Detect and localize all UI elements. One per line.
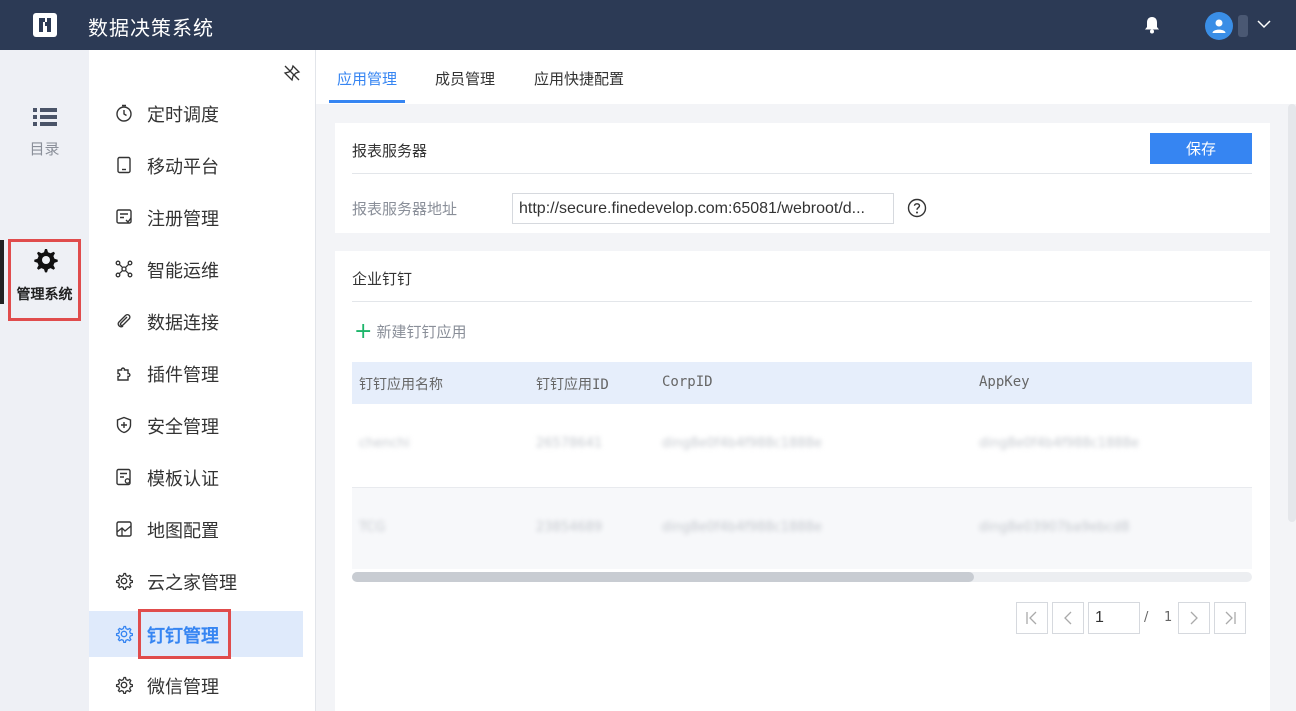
top-bar: 数据决策系统 xyxy=(0,0,1296,50)
vertical-scrollbar[interactable] xyxy=(1288,104,1296,522)
menu-item-label: 数据连接 xyxy=(147,313,219,334)
list-icon xyxy=(32,108,57,126)
table-cell: ding8e0f4b4f988c1888e xyxy=(662,436,822,451)
template-icon xyxy=(116,468,131,486)
menu-item-label: 注册管理 xyxy=(147,209,219,230)
column-header: 钉钉应用名称 xyxy=(359,377,443,393)
chevron-left-icon xyxy=(1064,611,1072,625)
table-row[interactable]: chenchi 26578641 ding8e0f4b4f988c1888e d… xyxy=(352,404,1252,486)
page-number-input[interactable] xyxy=(1088,602,1140,634)
gear-icon xyxy=(115,676,133,694)
timer-icon xyxy=(116,104,132,122)
horizontal-scrollbar[interactable] xyxy=(352,572,1252,582)
pin-icon[interactable] xyxy=(283,64,301,82)
page-separator: / xyxy=(1144,610,1149,625)
menu-item-4[interactable]: 数据连接 xyxy=(89,298,303,344)
new-dingtalk-app-button[interactable]: + 新建钉钉应用 xyxy=(354,318,467,344)
menu-item-1[interactable]: 移动平台 xyxy=(89,142,303,188)
tab-app-shortcut-config[interactable]: 应用快捷配置 xyxy=(534,68,624,89)
new-dingtalk-app-label: 新建钉钉应用 xyxy=(376,323,467,341)
menu-item-label: 智能运维 xyxy=(147,261,219,282)
menu-item-label: 安全管理 xyxy=(147,417,219,438)
fine-logo-icon xyxy=(33,13,57,37)
tab-app-management[interactable]: 应用管理 xyxy=(337,68,397,89)
column-header: CorpID xyxy=(662,374,713,390)
menu-item-label: 云之家管理 xyxy=(147,573,237,594)
rail-directory-label: 目录 xyxy=(29,140,60,158)
menu-item-label: 地图配置 xyxy=(147,521,219,542)
user-icon xyxy=(1212,19,1226,33)
menu-item-6[interactable]: 安全管理 xyxy=(89,402,303,448)
menu-item-7[interactable]: 模板认证 xyxy=(89,454,303,500)
menu-item-label: 移动平台 xyxy=(147,157,219,178)
last-page-icon xyxy=(1225,611,1236,625)
map-icon xyxy=(116,521,132,537)
menu-item-label: 插件管理 xyxy=(147,365,219,386)
menu-item-label: 定时调度 xyxy=(147,105,219,126)
last-page-button[interactable] xyxy=(1214,602,1246,634)
table-cell: ding8e0f4b4f988c1888e xyxy=(662,520,822,535)
menu-item-9[interactable]: 云之家管理 xyxy=(89,558,303,604)
shield-icon xyxy=(116,416,132,434)
network-icon xyxy=(115,260,133,278)
menu-item-11[interactable]: 微信管理 xyxy=(89,662,303,708)
active-tab-indicator xyxy=(329,100,405,103)
server-address-input[interactable] xyxy=(512,193,894,224)
puzzle-icon xyxy=(117,367,131,381)
tablet-icon xyxy=(117,156,131,174)
save-button[interactable]: 保存 xyxy=(1150,133,1252,164)
page-total: 1 xyxy=(1164,610,1173,625)
column-header: 钉钉应用ID xyxy=(536,377,609,393)
server-address-label: 报表服务器地址 xyxy=(352,200,458,218)
highlight-box-dingtalk xyxy=(138,609,231,659)
first-page-button[interactable] xyxy=(1016,602,1048,634)
next-page-button[interactable] xyxy=(1178,602,1210,634)
first-page-icon xyxy=(1026,611,1037,625)
menu-item-0[interactable]: 定时调度 xyxy=(89,90,303,136)
table-cell: 26578641 xyxy=(536,436,603,451)
menu-item-label: 微信管理 xyxy=(147,677,219,698)
chevron-right-icon xyxy=(1190,611,1198,625)
menu-item-5[interactable]: 插件管理 xyxy=(89,350,303,396)
table-cell: ding8e03907ba9ebcd8 xyxy=(979,520,1130,535)
menu-item-2[interactable]: 注册管理 xyxy=(89,194,303,240)
username-blurred xyxy=(1238,15,1248,37)
user-avatar[interactable] xyxy=(1205,12,1233,40)
tab-bar: 应用管理 成员管理 应用快捷配置 xyxy=(316,50,1296,104)
menu-item-8[interactable]: 地图配置 xyxy=(89,506,303,552)
highlight-box-system xyxy=(8,239,81,321)
gear-icon xyxy=(115,625,133,643)
table-cell: TCG xyxy=(359,520,386,535)
bell-icon[interactable] xyxy=(1142,15,1162,35)
dingtalk-title: 企业钉钉 xyxy=(352,270,413,288)
prev-page-button[interactable] xyxy=(1052,602,1084,634)
paperclip-icon xyxy=(117,313,131,328)
table-cell: chenchi xyxy=(359,436,410,451)
divider xyxy=(352,173,1252,174)
table-cell: 23854689 xyxy=(536,520,603,535)
gear-icon xyxy=(115,572,133,590)
register-icon xyxy=(116,209,132,224)
help-icon[interactable] xyxy=(907,198,927,218)
plus-icon: + xyxy=(354,318,373,344)
column-header: AppKey xyxy=(979,374,1030,390)
scrollbar-thumb[interactable] xyxy=(352,572,974,582)
chevron-down-icon[interactable] xyxy=(1256,16,1272,32)
menu-item-3[interactable]: 智能运维 xyxy=(89,246,303,292)
divider xyxy=(352,301,1252,302)
table-header: 钉钉应用名称 钉钉应用ID CorpID AppKey xyxy=(352,362,1252,404)
tab-member-management[interactable]: 成员管理 xyxy=(435,68,495,89)
rail-directory[interactable]: 目录 xyxy=(0,106,89,159)
app-title: 数据决策系统 xyxy=(88,16,214,40)
report-server-title: 报表服务器 xyxy=(352,142,428,160)
menu-item-label: 模板认证 xyxy=(147,469,219,490)
table-cell: ding8e0f4b4f988c1888e xyxy=(979,436,1139,451)
table-row[interactable]: TCG 23854689 ding8e0f4b4f988c1888e ding8… xyxy=(352,487,1252,569)
